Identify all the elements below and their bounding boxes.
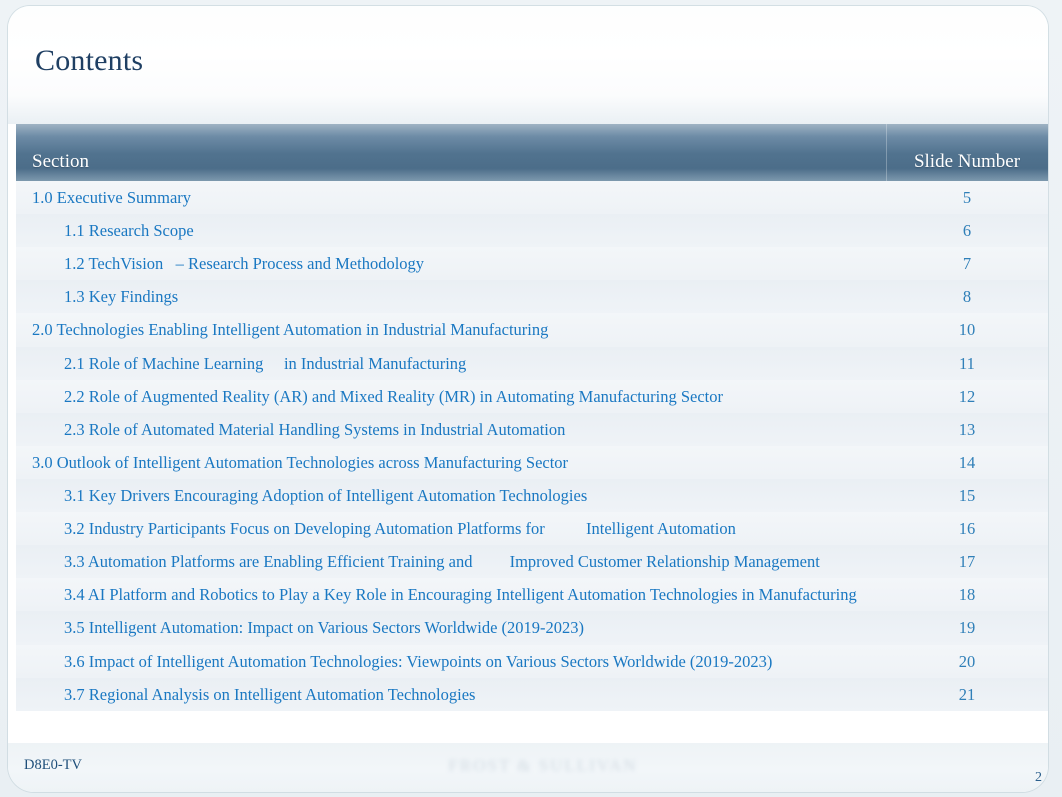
section-cell: 2.0 Technologies Enabling Intelligent Au… xyxy=(32,320,549,340)
slide-number-cell: 5 xyxy=(962,188,972,207)
section-cell: 1.3 Key Findings xyxy=(64,287,179,307)
table-row[interactable]: 1.1 Research Scope 6 xyxy=(16,214,1048,248)
table-row[interactable]: 3.4 AI Platform and Robotics to Play a K… xyxy=(16,578,1048,612)
section-cell: 3.3 Automation Platforms are Enabling Ef… xyxy=(64,552,820,572)
section-cell: 3.0 Outlook of Intelligent Automation Te… xyxy=(32,452,569,472)
slide-number-cell: 20 xyxy=(958,651,976,671)
section-cell: 3.4 AI Platform and Robotics to Play a K… xyxy=(64,585,857,605)
table-row[interactable]: 2.2 Role of Augmented Reality (AR) and M… xyxy=(16,379,1048,413)
table-row[interactable]: 2.1 Role of Machine Learning in Industri… xyxy=(16,346,1048,380)
slide-number-cell: 16 xyxy=(958,519,976,539)
section-cell: 3.5 Intelligent Automation: Impact on Va… xyxy=(64,618,585,638)
slide-number-cell: 21 xyxy=(958,684,976,704)
table-row[interactable]: 2.0 Technologies Enabling Intelligent Au… xyxy=(16,313,1048,347)
table-row[interactable]: 2.3 Role of Automated Material Handling … xyxy=(16,412,1048,446)
slide-number-cell: 18 xyxy=(958,585,976,605)
section-cell: 2.2 Role of Augmented Reality (AR) and M… xyxy=(64,386,723,406)
table-row[interactable]: 3.6 Impact of Intelligent Automation Tec… xyxy=(16,644,1048,678)
slide-footer: D8E0-TV FROST & SULLIVAN xyxy=(8,743,1048,792)
table-row[interactable]: 1.3 Key Findings 8 xyxy=(16,280,1048,314)
slide-number-cell: 17 xyxy=(958,552,976,572)
section-cell: 2.3 Role of Automated Material Handling … xyxy=(64,419,566,439)
page-number: 2 xyxy=(1035,770,1042,785)
section-cell: 3.7 Regional Analysis on Intelligent Aut… xyxy=(64,684,476,704)
table-row[interactable]: 1.2 TechVision – Research Process and Me… xyxy=(16,247,1048,281)
slide-number-cell: 19 xyxy=(958,618,976,638)
table-row[interactable]: 3.3 Automation Platforms are Enabling Ef… xyxy=(16,545,1048,579)
slide-number-cell: 11 xyxy=(959,353,975,373)
contents-table: Section Slide Number 1.0 Executive Summa… xyxy=(16,124,1048,754)
section-cell: 1.0 Executive Summary xyxy=(32,188,192,207)
table-row[interactable]: 3.2 Industry Participants Focus on Devel… xyxy=(16,512,1048,546)
footer-document-code: D8E0-TV xyxy=(24,757,82,773)
slide-number-cell: 8 xyxy=(962,287,972,307)
page-title: Contents xyxy=(35,44,144,77)
column-header-section: Section xyxy=(32,151,89,172)
section-cell: 3.2 Industry Participants Focus on Devel… xyxy=(64,519,736,539)
table-row[interactable]: 1.0 Executive Summary 5 xyxy=(16,181,1048,215)
column-header-slide-number: Slide Number xyxy=(913,151,1021,172)
section-cell: 1.1 Research Scope xyxy=(64,221,194,241)
slide-number-cell: 14 xyxy=(958,452,976,472)
title-area: Contents xyxy=(8,6,1048,124)
section-cell: 1.2 TechVision – Research Process and Me… xyxy=(64,254,425,274)
table-row[interactable]: 3.7 Regional Analysis on Intelligent Aut… xyxy=(16,677,1048,711)
table-header-row: Section Slide Number xyxy=(16,124,1048,181)
section-cell: 3.1 Key Drivers Encouraging Adoption of … xyxy=(64,485,588,505)
table-row[interactable]: 3.5 Intelligent Automation: Impact on Va… xyxy=(16,611,1048,645)
section-cell: 3.6 Impact of Intelligent Automation Tec… xyxy=(64,651,773,671)
slide-number-cell: 10 xyxy=(958,320,976,340)
footer-watermark: FROST & SULLIVAN xyxy=(448,756,638,775)
slide-canvas: Contents Section Slide Number 1.0 Execut… xyxy=(0,0,1062,797)
table-body: 1.0 Executive Summary 5 1.1 Research Scope… xyxy=(16,181,1048,711)
slide-panel: Contents Section Slide Number 1.0 Execut… xyxy=(8,6,1048,792)
slide-number-cell: 12 xyxy=(958,386,976,406)
slide-number-cell: 13 xyxy=(958,419,976,439)
table-row[interactable]: 3.1 Key Drivers Encouraging Adoption of … xyxy=(16,478,1048,513)
section-cell: 2.1 Role of Machine Learning in Industri… xyxy=(64,353,467,373)
slide-number-cell: 6 xyxy=(962,221,972,241)
table-row[interactable]: 3.0 Outlook of Intelligent Automation Te… xyxy=(16,445,1048,479)
slide-number-cell: 7 xyxy=(962,254,972,274)
slide-number-cell: 15 xyxy=(958,485,976,505)
